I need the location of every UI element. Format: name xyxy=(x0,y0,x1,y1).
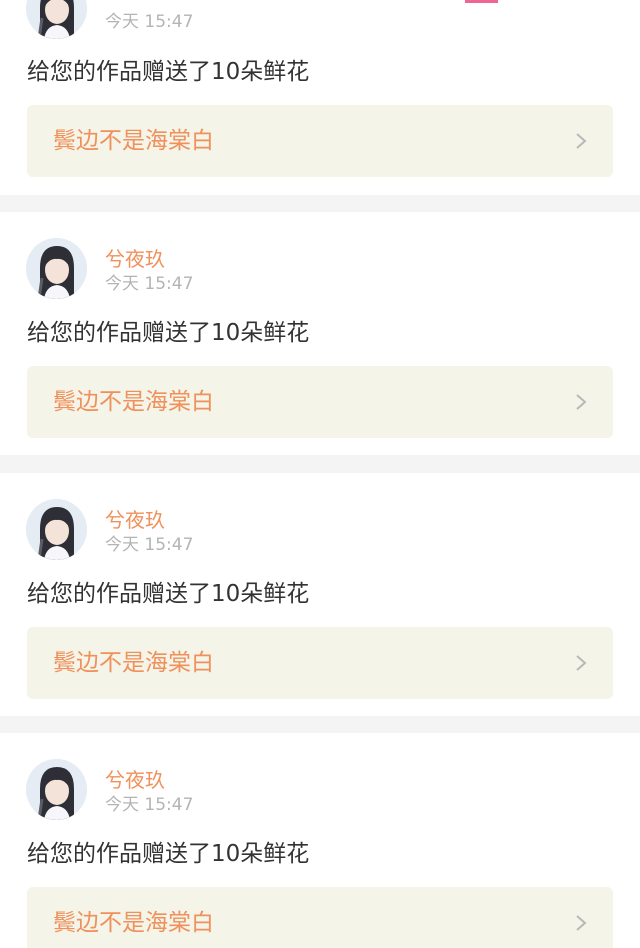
work-link[interactable]: 鬓边不是海棠白 xyxy=(27,627,613,699)
gift-message: 给您的作品赠送了10朵鲜花 xyxy=(27,581,310,607)
chevron-right-icon xyxy=(576,133,587,149)
work-link[interactable]: 鬓边不是海棠白 xyxy=(27,366,613,438)
chevron-right-icon xyxy=(576,394,587,410)
gift-message: 给您的作品赠送了10朵鲜花 xyxy=(27,320,310,346)
timestamp: 今天 15:47 xyxy=(105,274,194,294)
work-title: 鬓边不是海棠白 xyxy=(53,650,214,676)
work-title: 鬓边不是海棠白 xyxy=(53,389,214,415)
pink-badge xyxy=(465,0,498,3)
notification-card: 兮夜玖 今天 15:47 给您的作品赠送了10朵鲜花 鬓边不是海棠白 xyxy=(0,733,640,948)
avatar[interactable] xyxy=(26,759,87,820)
girl-avatar-icon xyxy=(26,759,87,820)
username[interactable]: 兮夜玖 xyxy=(105,768,165,792)
girl-avatar-icon xyxy=(26,0,87,39)
avatar[interactable] xyxy=(26,238,87,299)
username[interactable]: 兮夜玖 xyxy=(105,508,165,532)
girl-avatar-icon xyxy=(26,499,87,560)
notification-card: 兮夜玖 今天 15:47 给您的作品赠送了10朵鲜花 鬓边不是海棠白 xyxy=(0,212,640,455)
avatar[interactable] xyxy=(26,0,87,39)
chevron-right-icon xyxy=(576,655,587,671)
username[interactable]: 兮夜玖 xyxy=(105,247,165,271)
work-link[interactable]: 鬓边不是海棠白 xyxy=(27,105,613,177)
timestamp: 今天 15:47 xyxy=(105,795,194,815)
gift-message: 给您的作品赠送了10朵鲜花 xyxy=(27,59,310,85)
timestamp: 今天 15:47 xyxy=(105,535,194,555)
notification-card: 今天 15:47 给您的作品赠送了10朵鲜花 鬓边不是海棠白 xyxy=(0,0,640,195)
work-title: 鬓边不是海棠白 xyxy=(53,910,214,936)
timestamp: 今天 15:47 xyxy=(105,12,194,32)
girl-avatar-icon xyxy=(26,238,87,299)
notification-card: 兮夜玖 今天 15:47 给您的作品赠送了10朵鲜花 鬓边不是海棠白 xyxy=(0,473,640,716)
gift-message: 给您的作品赠送了10朵鲜花 xyxy=(27,841,310,867)
work-title: 鬓边不是海棠白 xyxy=(53,128,214,154)
work-link[interactable]: 鬓边不是海棠白 xyxy=(27,887,613,948)
chevron-right-icon xyxy=(576,915,587,931)
avatar[interactable] xyxy=(26,499,87,560)
